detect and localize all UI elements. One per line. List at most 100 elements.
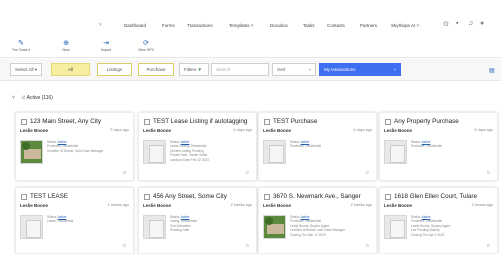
- nav-partners[interactable]: Partners: [360, 23, 377, 28]
- card-owner: Leslie Boone: [384, 203, 413, 208]
- card-timestamp: 3 days ago: [110, 128, 129, 132]
- status-label: Status:: [47, 215, 57, 219]
- document-thumbnail[interactable]: [143, 140, 166, 164]
- status-label: Status:: [411, 140, 421, 144]
- card-owner: Leslie Boone: [263, 128, 292, 133]
- nav-tasks[interactable]: Tasks: [303, 23, 315, 28]
- card-checkbox[interactable]: [144, 119, 150, 125]
- cart-icon[interactable]: ▪: [456, 20, 458, 27]
- transaction-card[interactable]: 456 Any Street, Some City Leslie Boone 2…: [138, 187, 257, 254]
- txn-tools-button[interactable]: ✎ Txn Tools ▾: [6, 39, 36, 53]
- transaction-card[interactable]: TEST Lease Listing if autotagging Leslie…: [138, 112, 257, 181]
- document-thumbnail[interactable]: [384, 140, 407, 164]
- card-owner: Leslie Boone: [20, 203, 49, 208]
- view-xpx-label: View XPX: [138, 48, 154, 52]
- filters-button[interactable]: Filters ▼: [179, 63, 209, 76]
- transaction-card[interactable]: 1618 Glen Ellen Court, Tulare Leslie Boo…: [379, 187, 498, 254]
- transaction-card[interactable]: 123 Main Street, Any City Leslie Boone 3…: [15, 112, 134, 181]
- active-section-header[interactable]: ˅ ⊙ Active (116): [12, 95, 53, 101]
- filters-label: Filters: [184, 67, 197, 72]
- nav-transactions[interactable]: Transactions: [187, 23, 213, 28]
- card-title[interactable]: 1618 Glen Ellen Court, Tulare: [394, 193, 493, 200]
- bell-icon[interactable]: ♫: [468, 20, 473, 27]
- expand-icon[interactable]: ⊡: [366, 243, 369, 248]
- my-transactions-dropdown[interactable]: My transactions ˅: [319, 63, 401, 76]
- card-owner: Leslie Boone: [143, 203, 172, 208]
- card-checkbox[interactable]: [264, 194, 270, 200]
- nav-docubox[interactable]: Docubox: [270, 23, 288, 28]
- transaction-card[interactable]: 3670 S. Newmark Ave., Sanger Leslie Boon…: [258, 187, 377, 254]
- chevron-down-icon: ˅: [393, 67, 396, 72]
- card-checkbox[interactable]: [144, 194, 150, 200]
- property-thumbnail[interactable]: [263, 215, 286, 239]
- help-icon[interactable]: ⊙: [443, 20, 449, 28]
- card-detail-line: Closing Thu Mar 17 2023: [290, 232, 326, 237]
- expand-icon[interactable]: ⊡: [123, 243, 126, 248]
- expand-icon[interactable]: ⊡: [246, 170, 249, 175]
- card-checkbox[interactable]: [264, 119, 270, 125]
- card-title[interactable]: 3670 S. Newmark Ave., Sanger: [273, 193, 372, 200]
- card-detail-line: Purchase, Residential: [411, 144, 443, 149]
- new-icon: ⊕: [63, 40, 69, 47]
- grid-view-icon[interactable]: ▤: [489, 67, 495, 74]
- document-thumbnail[interactable]: [20, 215, 43, 239]
- nav-templates[interactable]: Templates ˅: [229, 23, 253, 28]
- card-details: Status: Active Purchase, Residential: [290, 140, 321, 149]
- filter-all-button[interactable]: All: [51, 63, 90, 76]
- menu-chevron-down-icon[interactable]: ˅: [99, 22, 102, 28]
- document-thumbnail[interactable]: [263, 140, 286, 164]
- card-checkbox[interactable]: [385, 194, 391, 200]
- card-details: Status: Active Purchase, Residential: [411, 140, 442, 149]
- filter-listings-button[interactable]: Listings: [97, 63, 132, 76]
- transaction-card[interactable]: TEST Purchase Leslie Boone 4 days ago St…: [258, 112, 377, 181]
- filter-purchase-button[interactable]: Purchase: [138, 63, 174, 76]
- status-link[interactable]: Active: [301, 215, 310, 219]
- nav-skyslope-ai[interactable]: SkySlope AI ˅: [391, 23, 419, 28]
- status-label: Status:: [47, 140, 57, 144]
- status-link[interactable]: Active: [422, 140, 431, 144]
- expand-icon[interactable]: ⊡: [246, 243, 249, 248]
- search-input[interactable]: Search: [211, 63, 269, 76]
- property-thumbnail[interactable]: [20, 140, 43, 164]
- status-link[interactable]: Active: [58, 215, 67, 219]
- expand-icon[interactable]: ⊡: [366, 170, 369, 175]
- card-title[interactable]: TEST Purchase: [273, 118, 372, 125]
- filter-bar: Select All ▾ All Listings Purchase Filte…: [0, 59, 501, 81]
- select-all-dropdown[interactable]: Select All ▾: [10, 63, 42, 76]
- expand-icon[interactable]: ⊡: [123, 170, 126, 175]
- status-label: Status:: [290, 215, 300, 219]
- status-link[interactable]: Active: [301, 140, 310, 144]
- nav-forms[interactable]: Forms: [162, 23, 175, 28]
- new-button[interactable]: ⊕ New: [51, 39, 81, 53]
- sort-dropdown[interactable]: Sort ˅: [272, 63, 316, 76]
- card-timestamp: 4 days ago: [353, 128, 372, 132]
- user-avatar-icon[interactable]: ●: [480, 20, 484, 27]
- status-link[interactable]: Active: [58, 140, 67, 144]
- document-thumbnail[interactable]: [143, 215, 166, 239]
- transaction-card[interactable]: TEST LEASE Leslie Boone 1 weeks ago Stat…: [15, 187, 134, 254]
- status-link[interactable]: Active: [181, 215, 190, 219]
- card-detail-line: Creation Of Broker, Sold Case Manager: [47, 148, 104, 153]
- card-title[interactable]: 456 Any Street, Some City: [153, 193, 252, 200]
- card-details: Status: Active Purchase, Residential Les…: [290, 215, 345, 237]
- transaction-card[interactable]: Any Property Purchase Leslie Boone 5 day…: [379, 112, 498, 181]
- document-thumbnail[interactable]: [384, 215, 407, 239]
- card-title[interactable]: TEST LEASE: [30, 193, 129, 200]
- expand-icon[interactable]: ⊡: [487, 243, 490, 248]
- nav-dashboard[interactable]: Dashboard: [124, 23, 146, 28]
- expand-icon[interactable]: ⊡: [487, 170, 490, 175]
- card-title[interactable]: TEST Lease Listing if autotagging: [153, 118, 252, 125]
- nav-contacts[interactable]: Contacts: [327, 23, 345, 28]
- card-title[interactable]: 123 Main Street, Any City: [30, 118, 129, 125]
- view-xpx-button[interactable]: ⟳ View XPX: [131, 39, 161, 53]
- card-title[interactable]: Any Property Purchase: [394, 118, 493, 125]
- card-detail-line: Closing Thu Apr 4 2023: [411, 232, 445, 237]
- card-checkbox[interactable]: [21, 194, 27, 200]
- card-detail-line: Pending Date: [170, 228, 190, 233]
- status-link[interactable]: Active: [181, 140, 190, 144]
- card-checkbox[interactable]: [385, 119, 391, 125]
- status-link[interactable]: Active: [422, 215, 431, 219]
- import-button[interactable]: ⇥ Import: [91, 39, 121, 53]
- card-timestamp: 2 weeks ago: [471, 203, 493, 207]
- card-checkbox[interactable]: [21, 119, 27, 125]
